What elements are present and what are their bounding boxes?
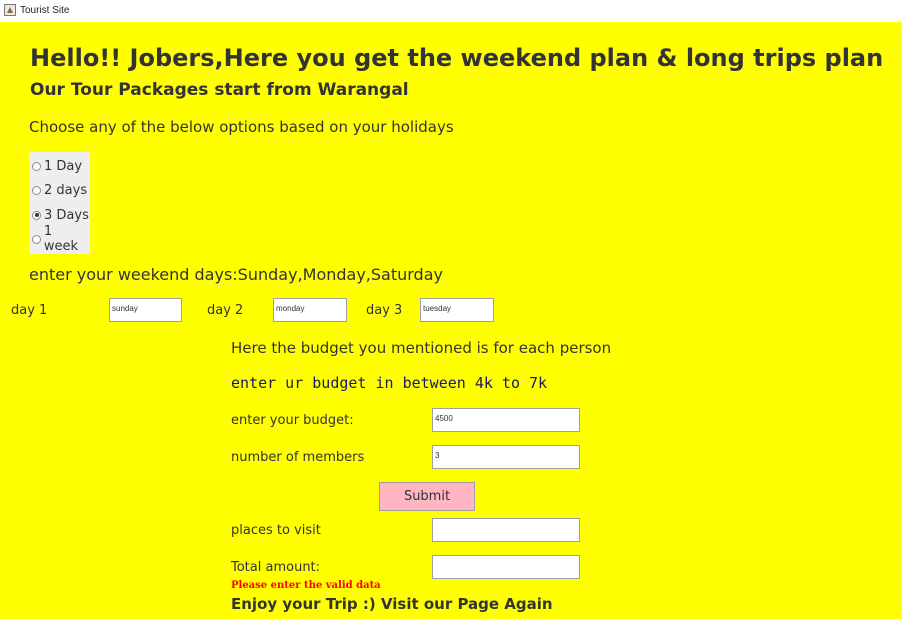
- radio-label: 1 week: [43, 224, 79, 254]
- total-field[interactable]: [432, 555, 580, 579]
- radio-checked-icon: [32, 210, 41, 220]
- day3-field[interactable]: tuesday: [420, 298, 494, 322]
- day2-label: day 2: [207, 303, 244, 318]
- radio-1-week[interactable]: 1 week: [32, 224, 90, 254]
- members-label: number of members: [231, 450, 365, 465]
- radio-circle-icon: [32, 185, 41, 195]
- day3-label: day 3: [366, 303, 403, 318]
- main-panel: Hello!! Jobers,Here you get the weekend …: [0, 22, 902, 619]
- submit-button[interactable]: Submit: [379, 482, 475, 511]
- radio-2-days[interactable]: 2 days: [32, 180, 87, 200]
- options-prompt: Choose any of the below options based on…: [29, 118, 454, 136]
- budget-note: Here the budget you mentioned is for eac…: [231, 339, 612, 357]
- places-label: places to visit: [231, 523, 321, 538]
- radio-circle-icon: [32, 234, 41, 244]
- total-label: Total amount:: [231, 560, 321, 575]
- day1-label: day 1: [11, 303, 48, 318]
- radio-label: 1 Day: [44, 158, 83, 174]
- radio-label: 3 Days: [44, 207, 89, 223]
- members-field[interactable]: 3: [432, 445, 580, 469]
- weekend-prompt: enter your weekend days:Sunday,Monday,Sa…: [29, 265, 443, 284]
- footer-message: Enjoy your Trip :) Visit our Page Again: [231, 595, 553, 613]
- budget-range-hint: enter ur budget in between 4k to 7k: [231, 374, 548, 392]
- budget-label: enter your budget:: [231, 413, 354, 428]
- duration-radio-group: 1 Day 2 days 3 Days 1 week: [29, 152, 90, 254]
- day1-field[interactable]: sunday: [109, 298, 182, 322]
- radio-3-days[interactable]: 3 Days: [32, 205, 89, 225]
- budget-field[interactable]: 4500: [432, 408, 580, 432]
- page-subtitle: Our Tour Packages start from Warangal: [30, 80, 409, 100]
- places-field[interactable]: [432, 518, 580, 542]
- title-bar: Tourist Site: [0, 0, 904, 22]
- error-message: Please enter the valid data: [231, 580, 381, 591]
- window-title: Tourist Site: [20, 5, 70, 16]
- radio-label: 2 days: [44, 182, 88, 198]
- day2-field[interactable]: monday: [273, 298, 347, 322]
- page-title: Hello!! Jobers,Here you get the weekend …: [30, 44, 884, 72]
- java-app-icon: [4, 4, 16, 16]
- radio-1-day[interactable]: 1 Day: [32, 156, 82, 176]
- radio-circle-icon: [32, 161, 41, 171]
